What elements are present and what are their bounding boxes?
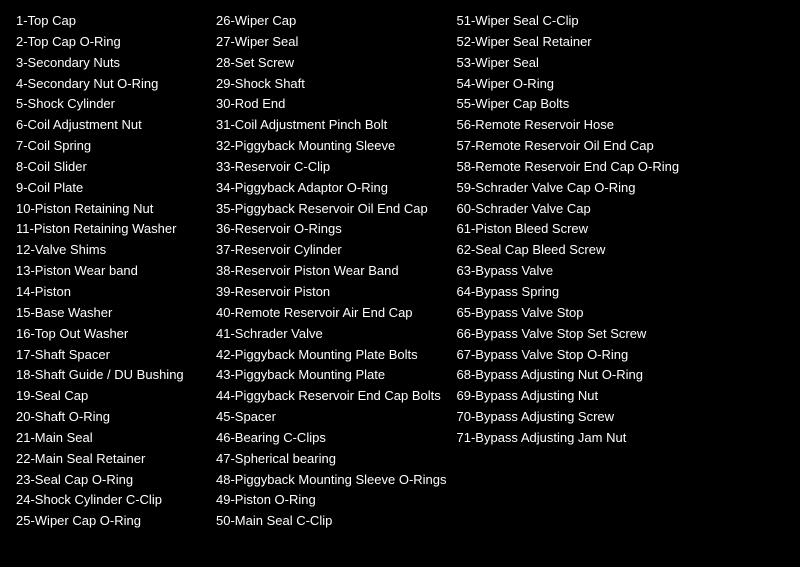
list-item: 33-Reservoir C-Clip xyxy=(216,158,447,177)
list-item: 30-Rod End xyxy=(216,95,447,114)
list-item: 31-Coil Adjustment Pinch Bolt xyxy=(216,116,447,135)
list-item: 54-Wiper O-Ring xyxy=(457,75,680,94)
list-item: 47-Spherical bearing xyxy=(216,450,447,469)
list-item: 35-Piggyback Reservoir Oil End Cap xyxy=(216,200,447,219)
list-item: 10-Piston Retaining Nut xyxy=(16,200,206,219)
list-item: 62-Seal Cap Bleed Screw xyxy=(457,241,680,260)
list-item: 5-Shock Cylinder xyxy=(16,95,206,114)
list-item: 26-Wiper Cap xyxy=(216,12,447,31)
list-item: 59-Schrader Valve Cap O-Ring xyxy=(457,179,680,198)
list-item: 56-Remote Reservoir Hose xyxy=(457,116,680,135)
list-item: 17-Shaft Spacer xyxy=(16,346,206,365)
list-item: 65-Bypass Valve Stop xyxy=(457,304,680,323)
list-item: 36-Reservoir O-Rings xyxy=(216,220,447,239)
list-item: 51-Wiper Seal C-Clip xyxy=(457,12,680,31)
parts-list: 1-Top Cap 2-Top Cap O-Ring 3-Secondary Nut… xyxy=(16,12,784,531)
list-item: 45-Spacer xyxy=(216,408,447,427)
list-item: 13-Piston Wear band xyxy=(16,262,206,281)
list-item: 41-Schrader Valve xyxy=(216,325,447,344)
list-item: 42-Piggyback Mounting Plate Bolts xyxy=(216,346,447,365)
list-item: 58-Remote Reservoir End Cap O-Ring xyxy=(457,158,680,177)
list-item: 19-Seal Cap xyxy=(16,387,206,406)
list-item: 70-Bypass Adjusting Screw xyxy=(457,408,680,427)
list-item: 50-Main Seal C-Clip xyxy=(216,512,447,531)
list-item: 67-Bypass Valve Stop O-Ring xyxy=(457,346,680,365)
list-item: 6-Coil Adjustment Nut xyxy=(16,116,206,135)
list-item: 4-Secondary Nut O-Ring xyxy=(16,75,206,94)
list-item: 12-Valve Shims xyxy=(16,241,206,260)
list-item: 2-Top Cap O-Ring xyxy=(16,33,206,52)
list-item: 8-Coil Slider xyxy=(16,158,206,177)
list-item: 27-Wiper Seal xyxy=(216,33,447,52)
list-item: 40-Remote Reservoir Air End Cap xyxy=(216,304,447,323)
list-item: 63-Bypass Valve xyxy=(457,262,680,281)
column-1: 1-Top Cap 2-Top Cap O-Ring 3-Secondary Nut… xyxy=(16,12,216,531)
list-item: 9-Coil Plate xyxy=(16,179,206,198)
list-item: 11-Piston Retaining Washer xyxy=(16,220,206,239)
list-item: 38-Reservoir Piston Wear Band xyxy=(216,262,447,281)
list-item: 23-Seal Cap O-Ring xyxy=(16,471,206,490)
list-item: 44-Piggyback Reservoir End Cap Bolts xyxy=(216,387,447,406)
list-item: 46-Bearing C-Clips xyxy=(216,429,447,448)
list-item: 14-Piston xyxy=(16,283,206,302)
list-item: 52-Wiper Seal Retainer xyxy=(457,33,680,52)
list-item: 66-Bypass Valve Stop Set Screw xyxy=(457,325,680,344)
list-item: 29-Shock Shaft xyxy=(216,75,447,94)
list-item: 61-Piston Bleed Screw xyxy=(457,220,680,239)
list-item: 15-Base Washer xyxy=(16,304,206,323)
list-item: 55-Wiper Cap Bolts xyxy=(457,95,680,114)
list-item: 20-Shaft O-Ring xyxy=(16,408,206,427)
list-item: 68-Bypass Adjusting Nut O-Ring xyxy=(457,366,680,385)
list-item: 22-Main Seal Retainer xyxy=(16,450,206,469)
list-item: 18-Shaft Guide / DU Bushing xyxy=(16,366,206,385)
list-item: 24-Shock Cylinder C-Clip xyxy=(16,491,206,510)
list-item: 48-Piggyback Mounting Sleeve O-Rings xyxy=(216,471,447,490)
list-item: 43-Piggyback Mounting Plate xyxy=(216,366,447,385)
list-item: 16-Top Out Washer xyxy=(16,325,206,344)
list-item: 39-Reservoir Piston xyxy=(216,283,447,302)
list-item: 32-Piggyback Mounting Sleeve xyxy=(216,137,447,156)
list-item: 21-Main Seal xyxy=(16,429,206,448)
list-item: 37-Reservoir Cylinder xyxy=(216,241,447,260)
list-item: 53-Wiper Seal xyxy=(457,54,680,73)
list-item: 69-Bypass Adjusting Nut xyxy=(457,387,680,406)
list-item: 3-Secondary Nuts xyxy=(16,54,206,73)
list-item: 7-Coil Spring xyxy=(16,137,206,156)
list-item: 57-Remote Reservoir Oil End Cap xyxy=(457,137,680,156)
list-item: 28-Set Screw xyxy=(216,54,447,73)
list-item: 71-Bypass Adjusting Jam Nut xyxy=(457,429,680,448)
list-item: 25-Wiper Cap O-Ring xyxy=(16,512,206,531)
list-item: 1-Top Cap xyxy=(16,12,206,31)
column-3: 51-Wiper Seal C-Clip 52-Wiper Seal Retain… xyxy=(457,12,680,531)
list-item: 64-Bypass Spring xyxy=(457,283,680,302)
list-item: 49-Piston O-Ring xyxy=(216,491,447,510)
list-item: 34-Piggyback Adaptor O-Ring xyxy=(216,179,447,198)
column-2: 26-Wiper Cap 27-Wiper Seal 28-Set Screw 29-… xyxy=(216,12,457,531)
list-item: 60-Schrader Valve Cap xyxy=(457,200,680,219)
